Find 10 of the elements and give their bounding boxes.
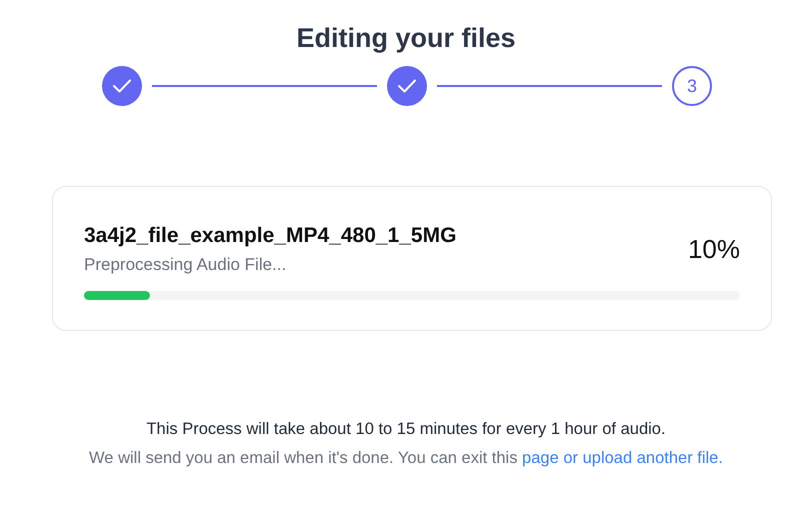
file-name: 3a4j2_file_example_MP4_480_1_5MG <box>84 223 456 249</box>
status-text: Preprocessing Audio File... <box>84 254 288 276</box>
info-text: This Process will take about 10 to 15 minutes for every 1 hour of audio. <box>145 419 667 440</box>
upload-link[interactable]: page or upload another file. <box>522 449 723 467</box>
page-title: Editing your files <box>295 22 517 55</box>
info-text: We will send you an email when it's done. You can exit this page or upload another file. <box>88 448 724 469</box>
progress-percent: 10% <box>688 234 740 265</box>
check-icon <box>112 78 132 94</box>
check-icon <box>397 78 417 94</box>
step-number: 3 <box>672 66 712 106</box>
